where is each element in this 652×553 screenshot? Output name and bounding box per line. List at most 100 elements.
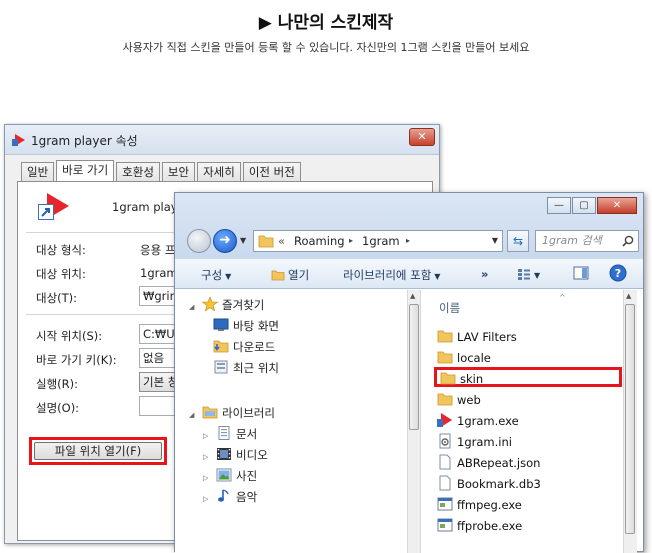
organize-button[interactable]: 구성 ▼ xyxy=(201,267,231,283)
shortcut-key-label: 바로 가기 키(K): xyxy=(36,353,117,367)
address-segment-1gram[interactable]: 1gram xyxy=(362,231,400,251)
file-item-1gram-exe[interactable]: 1gram.exe xyxy=(437,411,519,431)
navigation-scrollbar[interactable]: ▲ xyxy=(407,290,421,553)
nav-libraries[interactable]: ◢ 라이브러리 xyxy=(189,404,275,422)
address-bar[interactable]: « Roaming ▸ 1gram ▸ ▼ xyxy=(253,230,503,252)
page-title: ▶ 나만의 스킨제작 xyxy=(258,13,394,33)
executable-icon xyxy=(437,518,453,532)
file-name: 1gram.exe xyxy=(457,414,519,428)
preview-pane-button[interactable] xyxy=(573,265,589,284)
column-header-name[interactable]: 이름 xyxy=(439,300,460,316)
organize-label: 구성 xyxy=(201,268,223,282)
file-item-bookmark-db3[interactable]: Bookmark.db3 xyxy=(437,474,541,494)
expander-closed-icon[interactable]: ▷ xyxy=(203,453,208,461)
navigation-scroll-thumb[interactable] xyxy=(409,304,419,430)
refresh-button[interactable]: ⇆ xyxy=(507,230,529,252)
tab-previous-versions[interactable]: 이전 버전 xyxy=(242,162,301,181)
file-item-ffmpeg-exe[interactable]: ffmpeg.exe xyxy=(437,495,522,515)
target-label: 대상(T): xyxy=(36,291,78,305)
document-icon xyxy=(439,475,451,491)
view-icon xyxy=(518,269,530,280)
tab-shortcut[interactable]: 바로 가기 xyxy=(56,160,115,181)
file-item-skin[interactable]: skin xyxy=(434,367,622,387)
file-item-lav-filters[interactable]: LAV Filters xyxy=(437,327,517,347)
nav-pictures[interactable]: ▷ 사진 xyxy=(203,467,257,485)
app-logo-icon xyxy=(12,134,25,146)
maximize-button[interactable]: ▢ xyxy=(572,197,596,214)
nav-desktop[interactable]: 바탕 화면 xyxy=(213,317,279,335)
properties-close-button[interactable]: ✕ xyxy=(409,128,435,146)
scroll-up-icon[interactable]: ▲ xyxy=(410,292,415,300)
file-list-pane: ^ 이름 LAV Filters locale skin web 1gram.e… xyxy=(421,290,623,553)
expander-open-icon[interactable]: ◢ xyxy=(189,411,194,419)
nav-pictures-label: 사진 xyxy=(236,469,258,483)
expander-closed-icon[interactable]: ▷ xyxy=(203,495,208,503)
forward-button[interactable]: ➜ xyxy=(213,229,237,253)
history-dropdown-icon[interactable]: ▼ xyxy=(240,236,246,245)
view-options-button[interactable]: ▼ xyxy=(517,267,540,281)
open-button[interactable]: 열기 xyxy=(271,267,309,283)
file-item-1gram-ini[interactable]: 1gram.ini xyxy=(437,432,512,452)
address-separator[interactable]: ▸ xyxy=(349,231,353,251)
tab-general[interactable]: 일반 xyxy=(21,162,55,181)
open-file-location-button[interactable]: 파일 위치 열기(F) xyxy=(34,442,162,460)
address-segment-roaming[interactable]: Roaming xyxy=(294,231,345,251)
file-item-locale[interactable]: locale xyxy=(437,348,491,368)
nav-music-label: 음악 xyxy=(236,490,258,504)
search-input[interactable]: 1gram 검색 xyxy=(535,230,639,252)
file-name: ffprobe.exe xyxy=(457,519,523,533)
back-button[interactable] xyxy=(187,229,211,253)
file-item-abrepeat-json[interactable]: ABRepeat.json xyxy=(437,453,540,473)
file-name: 1gram.ini xyxy=(457,435,512,449)
start-in-label: 시작 위치(S): xyxy=(36,329,103,343)
navigation-pane: ◢ 즐겨찾기 바탕 화면 다운로드 최근 위치 ◢ 라이브러리 ▷ 문서 ▷ 비… xyxy=(175,290,407,553)
expander-closed-icon[interactable]: ▷ xyxy=(203,432,208,440)
file-name: web xyxy=(457,393,481,407)
explorer-titlebar[interactable]: — ▢ ✕ ➜ ▼ « Roaming ▸ 1gram ▸ ▼ ⇆ 1gram … xyxy=(175,193,643,259)
executable-icon xyxy=(437,497,453,511)
open-folder-icon xyxy=(271,270,285,281)
folder-icon xyxy=(440,372,456,385)
search-icon xyxy=(622,235,634,247)
tab-details[interactable]: 자세히 xyxy=(197,162,241,181)
open-label: 열기 xyxy=(288,268,310,282)
file-item-ffprobe-exe[interactable]: ffprobe.exe xyxy=(437,516,522,536)
folder-icon xyxy=(258,235,274,248)
nav-music[interactable]: ▷ 음악 xyxy=(203,488,257,506)
nav-videos[interactable]: ▷ 비디오 xyxy=(203,446,268,464)
expander-open-icon[interactable]: ◢ xyxy=(189,303,194,311)
address-separator[interactable]: ▸ xyxy=(406,231,410,251)
include-library-button[interactable]: 라이브러리에 포함 ▼ xyxy=(343,267,440,283)
run-label: 실행(R): xyxy=(36,377,78,391)
target-location-value: 1gram xyxy=(140,266,178,280)
nav-favorites[interactable]: ◢ 즐겨찾기 xyxy=(189,296,264,314)
file-name: ffmpeg.exe xyxy=(457,498,522,512)
properties-tabs: 일반 바로 가기 호환성 보안 자세히 이전 버전 xyxy=(21,160,303,182)
document-icon xyxy=(439,454,451,470)
settings-file-icon xyxy=(439,433,451,449)
expander-closed-icon[interactable]: ▷ xyxy=(203,474,208,482)
file-item-web[interactable]: web xyxy=(437,390,481,410)
close-button[interactable]: ✕ xyxy=(597,197,637,214)
tab-security[interactable]: 보안 xyxy=(161,162,196,181)
star-icon xyxy=(202,297,219,311)
address-overflow[interactable]: « xyxy=(278,231,285,251)
tab-compatibility[interactable]: 호환성 xyxy=(116,162,160,181)
nav-favorites-label: 즐겨찾기 xyxy=(222,298,265,312)
file-list-scroll-thumb[interactable] xyxy=(625,304,635,534)
desktop-icon xyxy=(213,318,229,331)
nav-documents[interactable]: ▷ 문서 xyxy=(203,425,257,443)
nav-downloads[interactable]: 다운로드 xyxy=(213,338,275,356)
file-list-scrollbar[interactable]: ▲ xyxy=(623,290,637,553)
scroll-up-icon[interactable]: ▲ xyxy=(626,292,631,300)
help-icon: ? xyxy=(609,264,627,282)
minimize-button[interactable]: — xyxy=(547,197,571,214)
help-button[interactable]: ? xyxy=(609,264,627,285)
address-dropdown-icon[interactable]: ▼ xyxy=(492,231,498,251)
properties-titlebar[interactable]: 1gram player 속성 ✕ xyxy=(5,125,439,155)
target-type-value: 응용 프 xyxy=(140,243,176,257)
library-icon xyxy=(202,406,218,419)
nav-videos-label: 비디오 xyxy=(236,448,268,462)
nav-recent-places[interactable]: 최근 위치 xyxy=(213,359,279,377)
more-commands-button[interactable]: » xyxy=(481,267,488,281)
